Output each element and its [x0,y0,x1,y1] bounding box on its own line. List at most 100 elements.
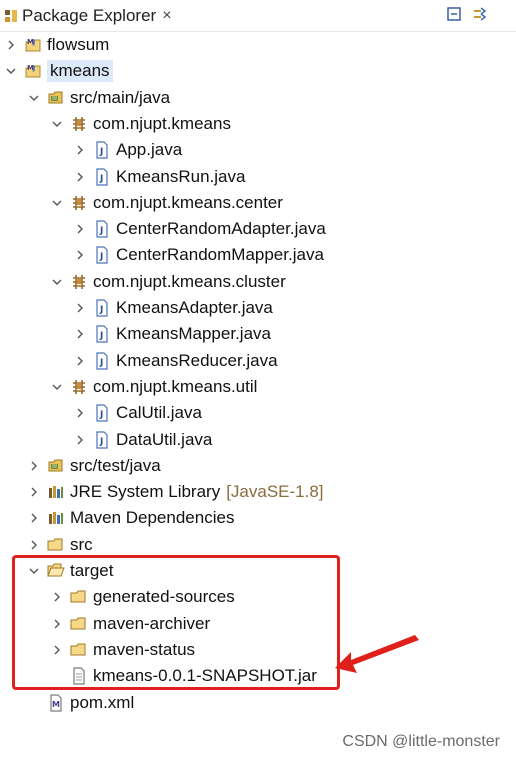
package-icon [70,378,88,396]
tree-item[interactable]: J KmeansMapper.java [0,321,271,347]
tree-item[interactable]: J KmeansReducer.java [0,348,278,374]
java-file-icon: J [93,352,111,370]
java-file-icon: J [93,220,111,238]
library-icon [47,483,65,501]
package-icon [70,273,88,291]
tree-item-label: KmeansReducer.java [116,351,278,370]
tree-item-label: com.njupt.kmeans.center [93,193,283,212]
chevron-down-icon[interactable] [50,380,64,394]
chevron-right-icon[interactable] [73,433,87,447]
chevron-down-icon[interactable] [50,196,64,210]
tree-item-label: App.java [116,140,183,159]
source-folder-icon [47,89,65,107]
tree-item[interactable]: J KmeansRun.java [0,164,245,190]
package-explorer-icon [4,9,18,23]
chevron-down-icon[interactable] [4,64,18,78]
watermark-text: CSDN @little-monster [342,733,500,750]
svg-text:J: J [99,252,103,262]
svg-text:J: J [99,226,103,236]
tree-item-decoration: [JavaSE-1.8] [226,482,324,501]
tree-item-label: pom.xml [70,693,135,712]
tree-item-label: CenterRandomMapper.java [116,245,324,264]
tree-item-label: kmeans [47,60,113,82]
chevron-right-icon[interactable] [4,38,18,52]
tree-item[interactable]: Maven Dependencies [0,505,234,531]
library-icon [47,509,65,527]
tree-item-label: KmeansRun.java [116,167,246,186]
tree-item[interactable]: M J kmeans [0,58,113,84]
tree-item[interactable]: com.njupt.kmeans [0,111,231,137]
tree-item[interactable]: src/main/java [0,85,170,111]
svg-text:J: J [99,410,103,420]
link-with-editor-icon[interactable] [471,5,489,23]
tab-package-explorer[interactable]: Package Explorer × [4,4,172,28]
chevron-down-icon[interactable] [50,117,64,131]
chevron-right-icon[interactable] [27,511,41,525]
tree-item-label: DataUtil.java [116,430,213,449]
chevron-right-icon[interactable] [73,327,87,341]
source-folder-icon [47,457,65,475]
chevron-right-icon[interactable] [27,538,41,552]
java-file-icon: J [93,299,111,317]
maven-project-icon: MJ [24,36,42,54]
tree-item[interactable]: J CalUtil.java [0,400,202,426]
maven-project-icon: MJ [24,62,42,80]
tree-item[interactable]: J DataUtil.java [0,427,212,453]
java-file-icon: J [93,431,111,449]
java-file-icon: J [93,404,111,422]
svg-text:J: J [32,65,35,72]
tree-item-label: com.njupt.kmeans.cluster [93,272,286,291]
view-title: Package Explorer [22,6,157,25]
tree-item[interactable]: J CenterRandomMapper.java [0,242,324,268]
pom-file-icon: M [47,694,65,712]
chevron-right-icon[interactable] [73,248,87,262]
tree-item-label: com.njupt.kmeans [93,114,231,133]
tree-item[interactable]: J App.java [0,137,182,163]
tree-item[interactable]: M J flowsum [0,32,109,58]
chevron-down-icon[interactable] [50,275,64,289]
tree-item-label: flowsum [47,35,110,54]
svg-text:J: J [99,437,103,447]
tree-item[interactable]: JRE System Library [JavaSE-1.8] [0,479,324,505]
tree-item[interactable]: Mpom.xml [0,690,134,716]
package-icon [70,115,88,133]
chevron-right-icon[interactable] [73,170,87,184]
svg-text:J: J [32,39,35,46]
java-file-icon: J [93,246,111,264]
annotation-highlight-box [12,555,340,690]
java-file-icon: J [93,168,111,186]
tree-item[interactable]: src/test/java [0,453,161,479]
chevron-right-icon[interactable] [73,222,87,236]
java-file-icon: J [93,325,111,343]
tree-item-label: Maven Dependencies [70,508,235,527]
collapse-all-icon[interactable] [445,5,463,23]
chevron-right-icon[interactable] [73,143,87,157]
chevron-right-icon[interactable] [73,354,87,368]
folder-icon [47,536,65,554]
tree-item[interactable]: com.njupt.kmeans.cluster [0,269,286,295]
close-icon[interactable]: × [162,7,171,25]
svg-text:J: J [99,174,103,184]
tree-item[interactable]: J CenterRandomAdapter.java [0,216,326,242]
tree-item-label: JRE System Library [70,482,221,501]
chevron-down-icon[interactable] [27,91,41,105]
tree-item[interactable]: J KmeansAdapter.java [0,295,273,321]
tree-item-label: src/main/java [70,88,171,107]
svg-text:J: J [99,147,103,157]
chevron-right-icon[interactable] [73,301,87,315]
view-header: Package Explorer × [0,0,516,32]
tree-item[interactable]: com.njupt.kmeans.center [0,190,283,216]
chevron-right-icon[interactable] [27,485,41,499]
tree-item[interactable]: com.njupt.kmeans.util [0,374,257,400]
java-file-icon: J [93,141,111,159]
svg-text:J: J [99,331,103,341]
tree-item-label: src [70,535,93,554]
chevron-right-icon[interactable] [27,459,41,473]
svg-text:J: J [99,305,103,315]
tree-item-label: KmeansMapper.java [116,324,271,343]
chevron-right-icon[interactable] [73,406,87,420]
tree-item-label: KmeansAdapter.java [116,298,273,317]
annotation-arrow [335,635,419,673]
tree-item-label: CalUtil.java [116,403,202,422]
